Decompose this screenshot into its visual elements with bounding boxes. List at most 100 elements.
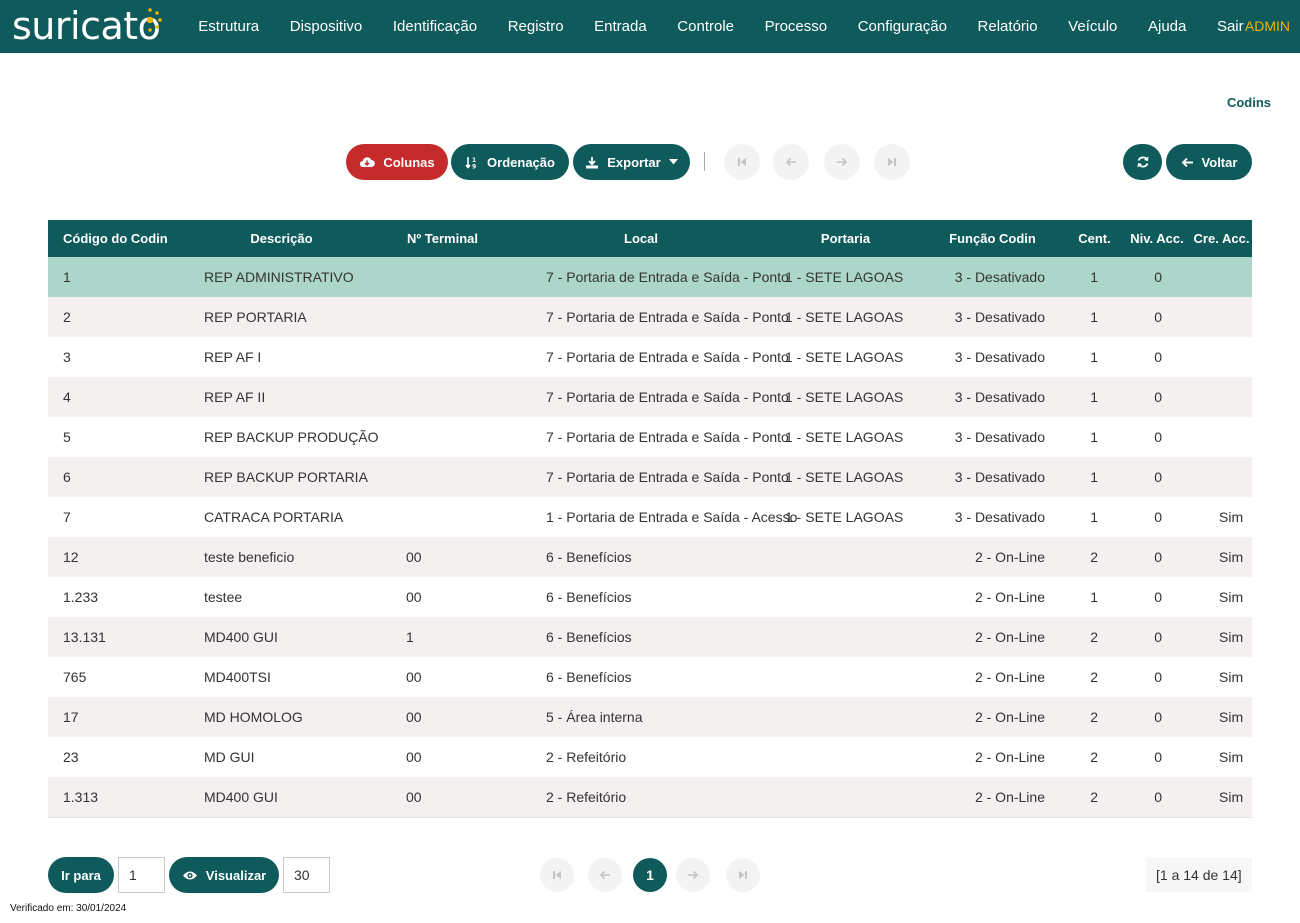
next-page-button[interactable]	[824, 144, 860, 180]
cell-portaria	[772, 737, 919, 777]
current-page-button[interactable]: 1	[633, 858, 667, 892]
column-header-local[interactable]: Local	[510, 220, 772, 257]
cell-cre-acc: Sim	[1219, 709, 1244, 725]
table-row[interactable]: 23 MD GUI 00 2 - Refeitório 2 - On-Line 2 0 Sim	[48, 737, 1252, 777]
cell-function: 3 - Desativado	[954, 509, 1045, 525]
table-row[interactable]: 6 REP BACKUP PORTARIA 7 - Portaria de Entr…	[48, 457, 1252, 497]
menu-item-identificacao[interactable]: Identificação	[378, 0, 493, 53]
view-button[interactable]: Visualizar	[169, 857, 279, 893]
cell-code: 3	[63, 349, 71, 365]
table-row[interactable]: 3 REP AF I 7 - Portaria de Entrada e Saída…	[48, 337, 1252, 377]
cell-local: 7 - Portaria de Entrada e Saída - Ponto	[546, 269, 789, 285]
table-row[interactable]: 5 REP BACKUP PRODUÇÃO 7 - Portaria de Entr…	[48, 417, 1252, 457]
sort-button[interactable]: 1 9 Ordenação	[451, 144, 569, 180]
menu-item-configuracao[interactable]: Configuração	[842, 0, 962, 53]
column-header-cre-acc[interactable]: Cre. Acc.	[1191, 220, 1252, 257]
cell-function: 2 - On-Line	[974, 549, 1045, 565]
cell-cre-acc: Sim	[1219, 788, 1244, 805]
page-size-input[interactable]: 30	[283, 857, 330, 893]
cell-local: 2 - Refeitório	[546, 749, 627, 765]
cell-local: 2 - Refeitório	[546, 788, 627, 805]
cell-terminal	[375, 377, 510, 417]
table-row[interactable]: 765 MD400TSI 00 6 - Benefícios 2 - On-Line 2 0…	[48, 657, 1252, 697]
table-row[interactable]: 1.233 testee 00 6 - Benefícios 2 - On-Line 1 0…	[48, 577, 1252, 617]
back-button[interactable]: Voltar	[1166, 144, 1252, 180]
cell-function: 3 - Desativado	[954, 309, 1045, 325]
cell-niv-acc: 0	[1154, 509, 1162, 525]
cell-description: REP BACKUP PRODUÇÃO	[204, 429, 379, 445]
cell-description: MD400 GUI	[204, 788, 278, 805]
cell-niv-acc: 0	[1154, 309, 1162, 325]
arrow-left-icon	[785, 157, 796, 167]
footer-previous-page-button[interactable]	[588, 858, 622, 892]
cell-local: 6 - Benefícios	[546, 669, 632, 685]
table-row[interactable]: 12 teste beneficio 00 6 - Benefícios 2 - On-…	[48, 537, 1252, 577]
arrow-right-icon	[837, 157, 848, 167]
cell-niv-acc: 0	[1154, 349, 1162, 365]
cell-local: 7 - Portaria de Entrada e Saída - Ponto	[546, 469, 789, 485]
column-header-code[interactable]: Código do Codin	[48, 220, 188, 257]
previous-page-button[interactable]	[773, 144, 809, 180]
cell-portaria: 1 - SETE LAGOAS	[785, 309, 904, 325]
footer-next-page-button[interactable]	[676, 858, 710, 892]
cell-description: teste beneficio	[204, 549, 295, 565]
column-header-cent[interactable]: Cent.	[1066, 220, 1123, 257]
cell-description: REP AF I	[204, 349, 262, 365]
export-button[interactable]: Exportar	[573, 144, 690, 180]
cell-code: 1.233	[63, 589, 99, 605]
cell-local: 7 - Portaria de Entrada e Saída - Ponto	[546, 429, 789, 445]
cell-niv-acc: 0	[1154, 589, 1162, 605]
menu-item-registro[interactable]: Registro	[492, 0, 578, 53]
column-header-portaria[interactable]: Portaria	[772, 220, 919, 257]
menu-item-entrada[interactable]: Entrada	[579, 0, 662, 53]
cell-local: 7 - Portaria de Entrada e Saída - Ponto	[546, 309, 789, 325]
user-label[interactable]: ADMIN	[1245, 0, 1290, 53]
cell-function: 2 - On-Line	[974, 788, 1045, 805]
goto-button[interactable]: Ir para	[48, 857, 114, 893]
footer-first-page-button[interactable]	[540, 858, 574, 892]
cell-cre-acc: Sim	[1219, 669, 1244, 685]
column-header-niv-acc[interactable]: Niv. Acc.	[1123, 220, 1191, 257]
table-body: 1 REP ADMINISTRATIVO 7 - Portaria de Entra…	[48, 257, 1252, 817]
menu-item-relatorio[interactable]: Relatório	[962, 0, 1053, 53]
table-row[interactable]: 1.313 MD400 GUI 00 2 - Refeitório 2 - On-Lin…	[48, 777, 1252, 817]
cell-cent: 1	[1090, 269, 1098, 285]
cell-description: MD GUI	[204, 749, 255, 765]
table-row[interactable]: 13.131 MD400 GUI 1 6 - Benefícios 2 - On-Lin…	[48, 617, 1252, 657]
menu-item-ajuda[interactable]: Ajuda	[1133, 0, 1202, 53]
menu-item-estrutura[interactable]: Estrutura	[183, 0, 274, 53]
table-row[interactable]: 17 MD HOMOLOG 00 5 - Área interna 2 - On-Lin…	[48, 697, 1252, 737]
goto-page-input[interactable]: 1	[118, 857, 165, 893]
table-header-row: Código do Codin Descrição Nº Terminal Lo…	[48, 220, 1252, 257]
cell-portaria	[772, 777, 919, 817]
cell-terminal	[375, 337, 510, 377]
cell-portaria: 1 - SETE LAGOAS	[785, 269, 904, 285]
menu-item-veiculo[interactable]: Veículo	[1053, 0, 1133, 53]
cell-terminal: 00	[406, 788, 422, 805]
column-header-terminal[interactable]: Nº Terminal	[375, 220, 510, 257]
menu-item-processo[interactable]: Processo	[749, 0, 842, 53]
cell-function: 2 - On-Line	[974, 749, 1045, 765]
menu-item-controle[interactable]: Controle	[662, 0, 749, 53]
cell-function: 3 - Desativado	[954, 269, 1045, 285]
column-header-description[interactable]: Descrição	[188, 220, 375, 257]
table-row[interactable]: 1 REP ADMINISTRATIVO 7 - Portaria de Entra…	[48, 257, 1252, 297]
cell-description: MD400 GUI	[204, 629, 278, 645]
table-row[interactable]: 4 REP AF II 7 - Portaria de Entrada e Saíd…	[48, 377, 1252, 417]
cell-portaria	[772, 537, 919, 577]
cell-portaria: 1 - SETE LAGOAS	[785, 509, 904, 525]
view-label: Visualizar	[205, 867, 267, 883]
cell-cent: 2	[1090, 709, 1098, 725]
cell-cent: 2	[1090, 788, 1098, 805]
cell-terminal: 00	[406, 709, 422, 725]
menu-item-dispositivo[interactable]: Dispositivo	[274, 0, 377, 53]
refresh-button[interactable]	[1123, 144, 1162, 180]
table-row[interactable]: 2 REP PORTARIA 7 - Portaria de Entrada e S…	[48, 297, 1252, 337]
footer-last-page-button[interactable]	[726, 858, 760, 892]
column-header-function[interactable]: Função Codin	[919, 220, 1066, 257]
cell-cent: 1	[1090, 349, 1098, 365]
last-page-button[interactable]	[874, 144, 910, 180]
first-page-button[interactable]	[724, 144, 760, 180]
table-row[interactable]: 7 CATRACA PORTARIA 1 - Portaria de Entrada…	[48, 497, 1252, 537]
columns-button[interactable]: Colunas	[346, 144, 448, 180]
